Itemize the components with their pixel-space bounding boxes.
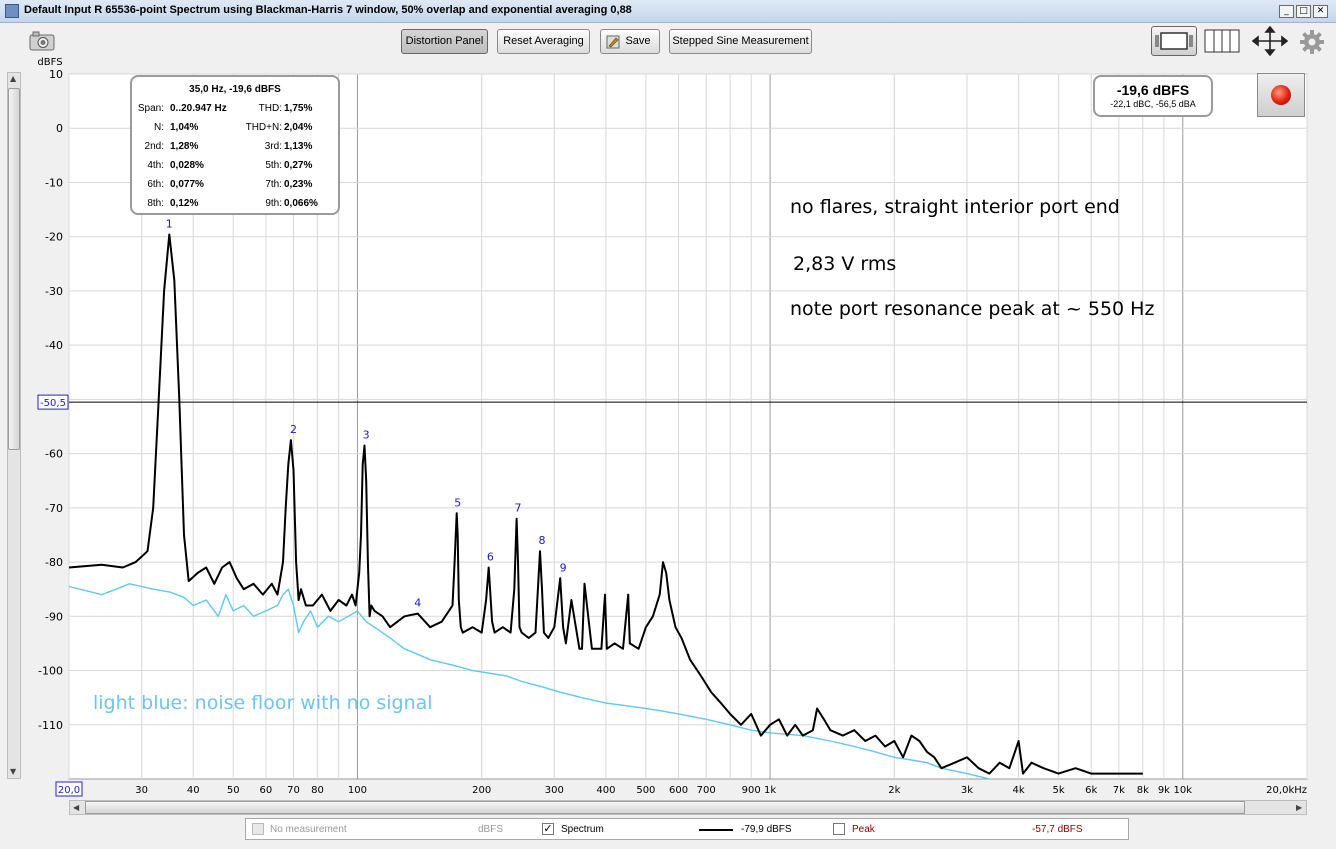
info-label: THD+N: [245, 122, 282, 133]
x-tick-label: 700 [697, 785, 716, 796]
level-sub: -22,1 dBC, -56,5 dBA [1110, 99, 1196, 109]
spectrum-value: -79,9 dBFS [741, 824, 792, 835]
info-value: 1,75% [284, 103, 313, 114]
x-tick-label: 80 [311, 785, 324, 796]
info-value: 0,028% [170, 160, 204, 171]
info-value: 2,04% [284, 122, 313, 133]
record-button[interactable] [1257, 73, 1305, 117]
spectrum-swatch [699, 829, 733, 831]
level-box: -19,6 dBFS -22,1 dBC, -56,5 dBA [1093, 75, 1213, 117]
harmonic-label: 6 [487, 551, 494, 564]
info-label: 5th: [265, 160, 282, 171]
y-tick-label: -20 [45, 231, 63, 244]
no-measurement-unit: dBFS [478, 824, 504, 835]
annotation-port-resonance: note port resonance peak at ~ 550 Hz [790, 298, 1155, 320]
y-tick-label: -110 [38, 719, 63, 732]
y-tick-label: -100 [38, 665, 63, 678]
record-indicator-icon [1271, 85, 1291, 105]
x-tick-label: 50 [227, 785, 240, 796]
x-tick-label: 300 [545, 785, 564, 796]
x-tick-label: 200 [472, 785, 491, 796]
x-tick-label: 3k [961, 785, 973, 796]
x-tick-label: 1k [764, 785, 776, 796]
info-label: 4th: [147, 160, 164, 171]
x-tick-label: 20,0kHz [1266, 785, 1307, 796]
info-title: 35,0 Hz, -19,6 dBFS [189, 84, 281, 95]
cursor-label: -50,5 [40, 398, 66, 409]
y-tick-label: -40 [45, 339, 63, 352]
x-tick-label: 500 [636, 785, 655, 796]
no-measurement-checkbox[interactable] [252, 823, 264, 835]
x-tick-label: 30 [135, 785, 148, 796]
info-label: 6th: [147, 179, 164, 190]
info-value: 0,12% [170, 198, 199, 209]
y-tick-label: -90 [45, 610, 63, 623]
x-tick-label: 10k [1174, 785, 1193, 796]
x-tick-label: 70 [287, 785, 300, 796]
info-label: Span: [137, 103, 164, 114]
y-axis-label: dBFS [37, 57, 62, 68]
info-value: 0,077% [170, 179, 204, 190]
x-tick-label: 9k [1158, 785, 1170, 796]
y-tick-label: 10 [49, 68, 63, 81]
info-value: 0..20.947 Hz [170, 103, 227, 114]
x-tick-label: 400 [596, 785, 615, 796]
scroll-left-icon[interactable]: ◀ [73, 803, 79, 812]
distortion-info-box: 35,0 Hz, -19,6 dBFS Span: 0..20.947 Hz THD… [130, 75, 340, 215]
info-value: 0,066% [284, 198, 318, 209]
x-tick-label: 40 [187, 785, 200, 796]
y-tick-label: 0 [56, 122, 63, 135]
annotation-voltage: 2,83 V rms [793, 253, 897, 275]
info-label: N: [154, 122, 164, 133]
level-main: -19,6 dBFS [1116, 82, 1190, 98]
harmonic-label: 1 [166, 218, 173, 231]
x-tick-label: 6k [1085, 785, 1097, 796]
info-label: THD: [258, 103, 282, 114]
info-label: 7th: [265, 179, 282, 190]
info-label: 2nd: [144, 141, 164, 152]
peak-label: Peak [852, 824, 875, 835]
x-tick-label: 8k [1137, 785, 1149, 796]
y-tick-label: -30 [45, 285, 63, 298]
info-value: 1,28% [170, 141, 199, 152]
legend-bar: No measurement dBFS ✓ Spectrum -79,9 dBF… [245, 818, 1129, 840]
y-tick-label: -10 [45, 176, 63, 189]
spectrum-checkbox[interactable]: ✓ [542, 823, 554, 835]
x-tick-label: 60 [260, 785, 273, 796]
x-tick-label: 600 [669, 785, 688, 796]
y-tick-label: -80 [45, 556, 63, 569]
harmonic-label: 3 [363, 428, 370, 441]
y-tick-label: -70 [45, 502, 63, 515]
x-tick-label: 20,0 [58, 785, 80, 796]
horizontal-scroll-thumb[interactable] [85, 801, 1245, 814]
spectrum-label: Spectrum [561, 824, 604, 835]
annotation-noise-floor: light blue: noise floor with no signal [93, 692, 433, 714]
x-tick-label: 900 [742, 785, 761, 796]
peak-checkbox[interactable] [833, 823, 845, 835]
harmonic-label: 8 [538, 534, 545, 547]
peak-value: -57,7 dBFS [1032, 824, 1083, 835]
annotation-no-flares: no flares, straight interior port end [790, 196, 1120, 218]
info-value: 1,13% [284, 141, 313, 152]
harmonic-label: 7 [515, 502, 522, 515]
no-measurement-label: No measurement [270, 824, 347, 835]
harmonic-label: 4 [414, 597, 421, 610]
info-label: 3rd: [264, 141, 282, 152]
x-tick-label: 5k [1052, 785, 1064, 796]
harmonic-label: 2 [290, 423, 297, 436]
info-value: 1,04% [170, 122, 199, 133]
harmonic-label: 9 [560, 561, 567, 574]
scroll-right-icon[interactable]: ▶ [1296, 803, 1302, 812]
info-label: 9th: [265, 198, 282, 209]
x-tick-label: 2k [888, 785, 900, 796]
x-tick-label: 100 [348, 785, 367, 796]
info-label: 8th: [147, 198, 164, 209]
y-tick-label: -60 [45, 448, 63, 461]
x-tick-label: 7k [1113, 785, 1125, 796]
info-value: 0,27% [284, 160, 313, 171]
x-tick-label: 4k [1012, 785, 1024, 796]
harmonic-label: 5 [454, 496, 461, 509]
info-value: 0,23% [284, 179, 313, 190]
cursor-tag[interactable]: -50,5 [37, 394, 69, 410]
